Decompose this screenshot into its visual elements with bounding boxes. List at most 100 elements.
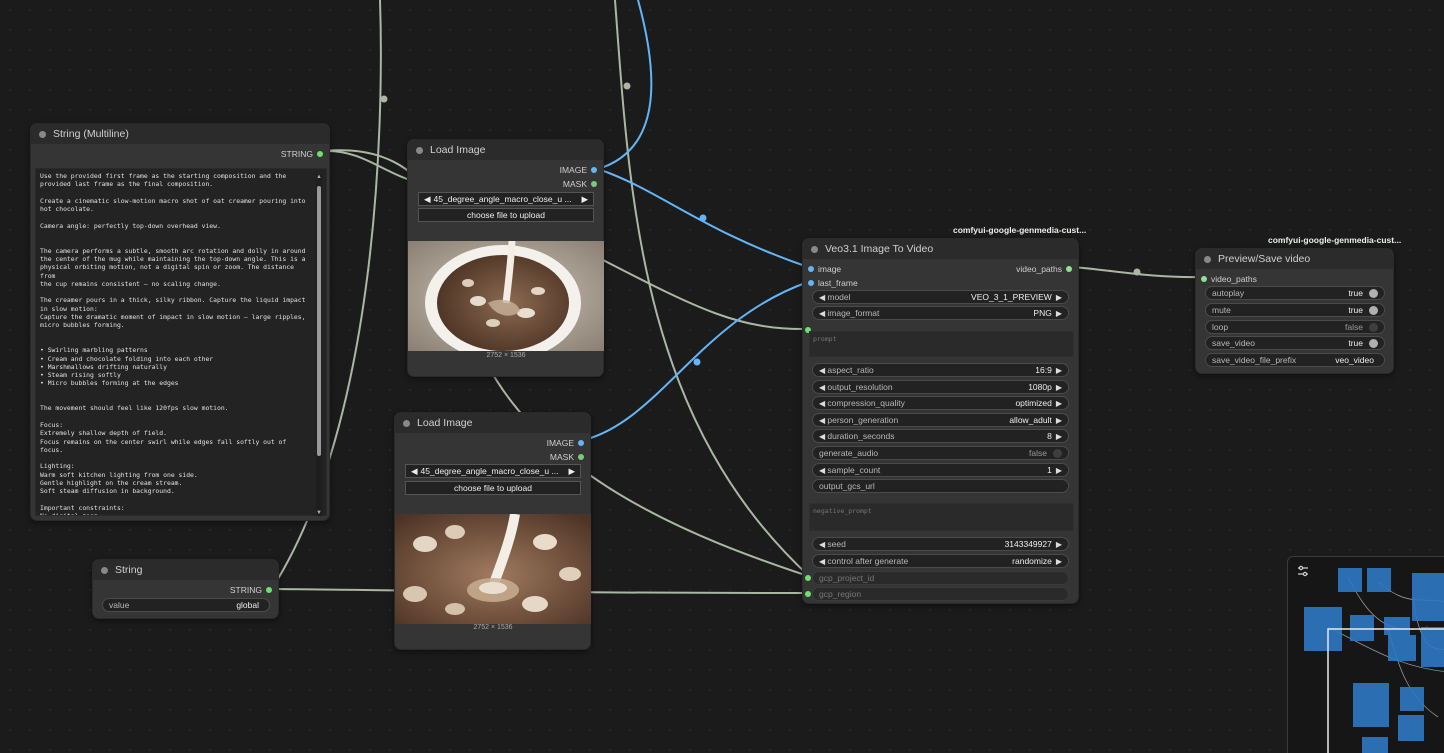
arrow-right-icon[interactable]: ▶ (1056, 416, 1062, 425)
collapse-dot-icon[interactable] (416, 146, 423, 154)
string-node[interactable]: String STRING value global (92, 559, 279, 619)
load-image-node-1[interactable]: Load Image IMAGE MASK ◀ 45_degree_angle_… (407, 139, 604, 377)
arrow-right-icon[interactable]: ▶ (1056, 309, 1062, 318)
arrow-right-icon[interactable]: ▶ (1056, 399, 1062, 408)
arrow-left-icon[interactable]: ◀ (819, 557, 827, 566)
collapse-dot-icon[interactable] (403, 419, 410, 427)
generate-audio-toggle[interactable]: generate_audio false (812, 446, 1069, 460)
output-resolution-select[interactable]: ◀ output_resolution 1080p ▶ (812, 380, 1069, 394)
arrow-left-icon[interactable]: ◀ (819, 540, 827, 549)
gcp-project-id-field[interactable]: gcp_project_id (812, 571, 1069, 585)
node-title-bar[interactable]: String (93, 560, 278, 580)
minimap[interactable] (1287, 556, 1444, 753)
collapse-dot-icon[interactable] (101, 566, 108, 574)
output-video-paths[interactable]: video_paths (1016, 264, 1072, 274)
seed-stepper[interactable]: ◀ seed 3143349927 ▶ (812, 537, 1069, 551)
control-after-generate-select[interactable]: ◀ control after generate randomize ▶ (812, 554, 1069, 568)
arrow-right-icon[interactable]: ▶ (1056, 557, 1062, 566)
string-multiline-node[interactable]: String (Multiline) STRING Use the provid… (30, 123, 330, 521)
image-port-dot-icon[interactable] (808, 280, 814, 286)
node-title-bar[interactable]: Load Image (395, 413, 590, 433)
image-file-select[interactable]: ◀ 45_degree_angle_macro_close_u ... ▶ (418, 192, 594, 206)
loop-toggle[interactable]: loop false (1205, 320, 1385, 334)
file-prefix-field[interactable]: save_video_file_prefix veo_video (1205, 353, 1385, 367)
arrow-left-icon[interactable]: ◀ (819, 293, 827, 302)
arrow-left-icon[interactable]: ◀ (819, 432, 827, 441)
input-last-frame[interactable]: last_frame (808, 278, 858, 288)
veo-image-to-video-node[interactable]: Veo3.1 Image To Video image last_frame v… (802, 238, 1079, 604)
toggle-switch[interactable] (1369, 338, 1378, 348)
arrow-left-icon[interactable]: ◀ (819, 309, 827, 318)
gcp-region-field[interactable]: gcp_region (812, 587, 1069, 601)
negative-prompt-textarea[interactable]: negative_prompt (809, 503, 1074, 531)
image-format-select[interactable]: ◀ image_format PNG ▶ (812, 306, 1069, 320)
load-image-node-2[interactable]: Load Image IMAGE MASK ◀ 45_degree_angle_… (394, 412, 591, 650)
arrow-right-icon[interactable]: ▶ (1056, 383, 1062, 392)
upload-button[interactable]: choose file to upload (405, 481, 581, 495)
output-image[interactable]: IMAGE (560, 165, 597, 175)
input-image[interactable]: image (808, 264, 841, 274)
arrow-right-icon[interactable]: ▶ (568, 466, 575, 477)
autoplay-toggle[interactable]: autoplay true (1205, 286, 1385, 300)
arrow-right-icon[interactable]: ▶ (1056, 540, 1062, 549)
minimap-canvas[interactable] (1288, 557, 1444, 753)
person-generation-select[interactable]: ◀ person_generation allow_adult ▶ (812, 413, 1069, 427)
prompt-textarea[interactable]: prompt (809, 331, 1074, 357)
value-field[interactable]: value global (102, 598, 270, 612)
collapse-dot-icon[interactable] (811, 245, 818, 253)
node-title-bar[interactable]: Preview/Save video (1196, 249, 1393, 269)
mask-port-dot-icon[interactable] (591, 181, 597, 187)
duration-seconds-stepper[interactable]: ◀ duration_seconds 8 ▶ (812, 429, 1069, 443)
arrow-left-icon[interactable]: ◀ (819, 416, 827, 425)
input-video-paths[interactable]: video_paths (1201, 274, 1257, 284)
output-image[interactable]: IMAGE (547, 438, 584, 448)
arrow-left-icon[interactable]: ◀ (819, 383, 827, 392)
textarea-scrollbar[interactable]: ▲ ▼ (316, 174, 322, 516)
save-video-toggle[interactable]: save_video true (1205, 336, 1385, 350)
node-title-bar[interactable]: Veo3.1 Image To Video (803, 239, 1078, 259)
scroll-thumb[interactable] (317, 186, 321, 456)
output-label: IMAGE (559, 165, 587, 175)
output-port-dot-icon[interactable] (1066, 266, 1072, 272)
image-port-dot-icon[interactable] (578, 440, 584, 446)
image-file-select[interactable]: ◀ 45_degree_angle_macro_close_u ... ▶ (405, 464, 581, 478)
collapse-dot-icon[interactable] (1204, 255, 1211, 263)
arrow-left-icon[interactable]: ◀ (819, 366, 827, 375)
aspect-ratio-select[interactable]: ◀ aspect_ratio 16:9 ▶ (812, 363, 1069, 377)
mute-toggle[interactable]: mute true (1205, 303, 1385, 317)
image-port-dot-icon[interactable] (591, 167, 597, 173)
gcp-project-port-dot-icon[interactable] (805, 575, 811, 581)
input-port-dot-icon[interactable] (1201, 276, 1207, 282)
arrow-right-icon[interactable]: ▶ (1056, 466, 1062, 475)
output-string[interactable]: STRING (281, 149, 323, 159)
gcp-region-port-dot-icon[interactable] (805, 591, 811, 597)
prompt-textarea[interactable]: Use the provided first frame as the star… (35, 168, 327, 516)
arrow-left-icon[interactable]: ◀ (819, 399, 827, 408)
output-gcs-url-field[interactable]: output_gcs_url (812, 479, 1069, 493)
sliders-icon[interactable] (1296, 564, 1310, 578)
toggle-switch[interactable] (1053, 448, 1062, 458)
output-port-dot-icon[interactable] (266, 587, 272, 593)
mask-port-dot-icon[interactable] (578, 454, 584, 460)
output-mask[interactable]: MASK (550, 452, 584, 462)
compression-quality-select[interactable]: ◀ compression_quality optimized ▶ (812, 396, 1069, 410)
sample-count-stepper[interactable]: ◀ sample_count 1 ▶ (812, 463, 1069, 477)
node-title-bar[interactable]: String (Multiline) (31, 124, 329, 144)
arrow-right-icon[interactable]: ▶ (1056, 366, 1062, 375)
collapse-dot-icon[interactable] (39, 130, 46, 138)
upload-button[interactable]: choose file to upload (418, 208, 594, 222)
arrow-right-icon[interactable]: ▶ (581, 194, 588, 205)
arrow-left-icon[interactable]: ◀ (819, 466, 827, 475)
image-port-dot-icon[interactable] (808, 266, 814, 272)
node-title-bar[interactable]: Load Image (408, 140, 603, 160)
output-string[interactable]: STRING (230, 585, 272, 595)
toggle-switch[interactable] (1369, 305, 1378, 315)
toggle-switch[interactable] (1369, 322, 1378, 332)
arrow-right-icon[interactable]: ▶ (1056, 432, 1062, 441)
output-mask[interactable]: MASK (563, 179, 597, 189)
preview-save-video-node[interactable]: Preview/Save video video_paths autoplay … (1195, 248, 1394, 374)
model-select[interactable]: ◀ model VEO_3_1_PREVIEW ▶ (812, 290, 1069, 304)
arrow-right-icon[interactable]: ▶ (1056, 293, 1062, 302)
output-port-dot-icon[interactable] (317, 151, 323, 157)
toggle-switch[interactable] (1369, 288, 1378, 298)
